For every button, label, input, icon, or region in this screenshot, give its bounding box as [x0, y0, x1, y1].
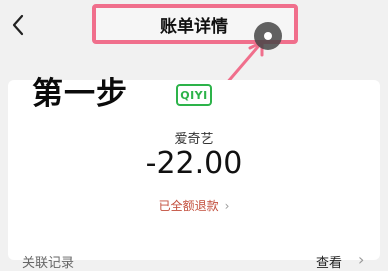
- step-annotation: 第一步: [32, 76, 128, 112]
- chevron-right-icon[interactable]: ›: [358, 250, 364, 269]
- view-related-link[interactable]: 查看: [316, 252, 342, 271]
- merchant-logo: QIYI: [176, 84, 212, 106]
- tap-indicator-icon: [254, 22, 282, 50]
- chevron-right-icon: ›: [224, 199, 230, 213]
- refund-status-text: 已全额退款: [158, 199, 219, 213]
- refund-status-link[interactable]: 已全额退款 ›: [0, 197, 388, 214]
- merchant-name: 爱奇艺: [174, 132, 214, 147]
- page-title: 账单详情: [160, 17, 228, 37]
- related-records-label: 关联记录: [22, 256, 75, 271]
- bill-amount: -22.00: [145, 146, 243, 181]
